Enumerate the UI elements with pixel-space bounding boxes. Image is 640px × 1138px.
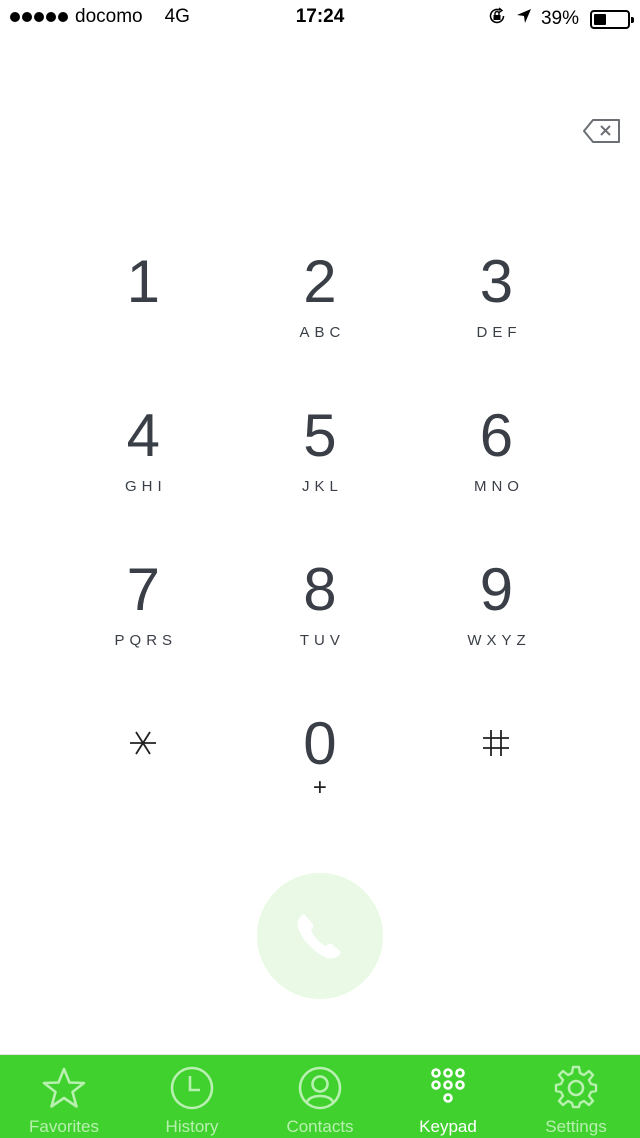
key-letters: GHI [124, 478, 167, 495]
battery-percent: 39% [540, 8, 579, 29]
tab-bar: Favorites History Contacts Keypad Settin… [0, 1054, 640, 1138]
location-arrow-icon [515, 7, 533, 31]
keypad: 1 2 ABC 3 DEF 4 GHI 5 JKL 6 MNO 7 PQRS 8 [55, 240, 585, 856]
key-5[interactable]: 5 JKL [232, 394, 409, 548]
key-digit: 7 [126, 556, 160, 623]
gear-icon [554, 1065, 598, 1109]
key-letters: PQRS [114, 632, 178, 649]
key-6[interactable]: 6 MNO [408, 394, 585, 548]
battery-icon [590, 9, 634, 29]
key-digit: 1 [126, 248, 160, 315]
key-digit: 2 [303, 248, 337, 315]
tab-contacts[interactable]: Contacts [256, 1055, 384, 1138]
key-letters: JKL [301, 478, 343, 495]
number-display [60, 110, 560, 154]
hash-icon [483, 730, 510, 756]
key-digit: 9 [479, 556, 514, 623]
key-1[interactable]: 1 [55, 240, 232, 394]
key-3[interactable]: 3 DEF [408, 240, 585, 394]
key-hash[interactable] [408, 702, 585, 856]
tab-label: Contacts [286, 1117, 354, 1136]
key-digit: 4 [126, 402, 160, 469]
key-letters: DEF [476, 324, 522, 341]
person-icon [298, 1066, 342, 1110]
key-2[interactable]: 2 ABC [232, 240, 409, 394]
keypad-icon [431, 1068, 465, 1103]
tab-label: Favorites [29, 1117, 99, 1136]
key-7[interactable]: 7 PQRS [55, 548, 232, 702]
key-letters: WXYZ [467, 632, 531, 649]
status-bar: docomo 4G 17:24 39% [0, 0, 640, 40]
clock-icon [170, 1066, 214, 1110]
tab-label: History [165, 1117, 219, 1136]
key-9[interactable]: 9 WXYZ [408, 548, 585, 702]
asterisk-icon [130, 731, 157, 755]
key-letters: MNO [473, 478, 524, 495]
key-letters: ABC [299, 324, 346, 341]
call-button[interactable] [257, 873, 383, 999]
key-digit: 8 [303, 556, 337, 623]
phone-icon [297, 914, 341, 959]
tab-favorites[interactable]: Favorites [0, 1055, 128, 1138]
tab-settings[interactable]: Settings [512, 1055, 640, 1138]
key-star[interactable] [55, 702, 232, 856]
key-digit: 3 [479, 248, 514, 315]
key-letters: + [312, 774, 327, 801]
tab-history[interactable]: History [128, 1055, 256, 1138]
tab-keypad[interactable]: Keypad [384, 1055, 512, 1138]
key-digit: 6 [479, 402, 514, 469]
key-letters: TUV [299, 632, 345, 649]
orientation-lock-icon [487, 6, 507, 32]
key-digit: 5 [303, 402, 337, 469]
tab-label: Keypad [419, 1117, 477, 1136]
tab-label: Settings [545, 1117, 607, 1136]
backspace-icon [583, 119, 620, 143]
key-4[interactable]: 4 GHI [55, 394, 232, 548]
key-0[interactable]: 0 + [232, 702, 409, 856]
star-icon [42, 1067, 86, 1108]
delete-button[interactable] [582, 116, 622, 146]
key-8[interactable]: 8 TUV [232, 548, 409, 702]
